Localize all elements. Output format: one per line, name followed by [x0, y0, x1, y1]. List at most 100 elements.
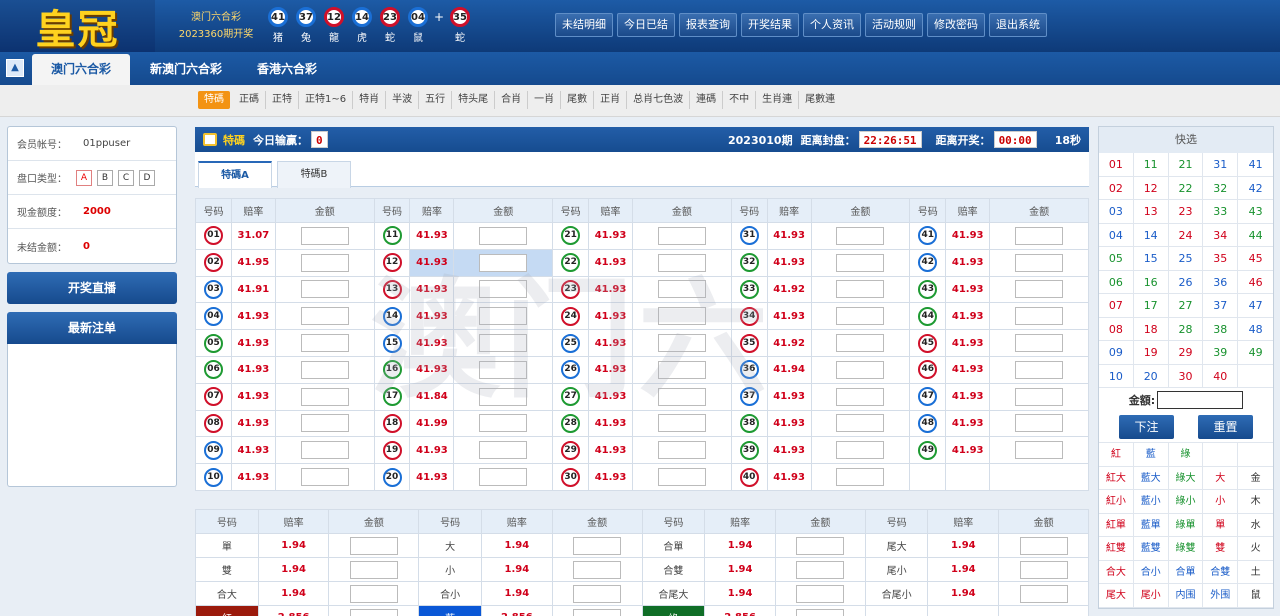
quick-category[interactable]: 合大 — [1099, 560, 1134, 584]
quick-number[interactable]: 38 — [1203, 317, 1239, 341]
number-ball[interactable]: 02 — [203, 253, 223, 273]
tab-new-macau-lottery[interactable]: 新澳门六合彩 — [140, 54, 232, 85]
bet-type-tab[interactable]: 正碼 — [233, 91, 266, 109]
bet-type-tab[interactable]: 正肖 — [594, 91, 628, 109]
quick-number[interactable]: 35 — [1203, 247, 1239, 271]
quick-number[interactable]: 20 — [1133, 364, 1169, 388]
quick-number[interactable]: 41 — [1238, 153, 1273, 177]
amount-input[interactable] — [300, 441, 349, 460]
amount-input[interactable] — [657, 468, 706, 487]
number-ball[interactable]: 35 — [739, 333, 759, 353]
quick-category[interactable]: 藍 — [1133, 443, 1169, 467]
amount-input[interactable] — [300, 360, 349, 379]
amount-input[interactable] — [657, 441, 706, 460]
amount-input[interactable] — [573, 584, 622, 603]
number-ball[interactable]: 25 — [561, 333, 581, 353]
quick-category[interactable]: 綠雙 — [1168, 537, 1204, 561]
quick-number[interactable]: 06 — [1099, 270, 1134, 294]
number-ball[interactable]: 15 — [382, 333, 402, 353]
quick-category[interactable]: 内围 — [1168, 584, 1204, 608]
amount-input[interactable] — [1015, 253, 1064, 272]
number-ball[interactable]: 11 — [382, 226, 402, 246]
amount-input[interactable] — [1015, 414, 1064, 433]
number-ball[interactable]: 47 — [918, 387, 938, 407]
bet-type-tab[interactable]: 特头尾 — [452, 91, 496, 109]
quick-number[interactable]: 21 — [1168, 153, 1204, 177]
quick-category[interactable]: 外围 — [1203, 584, 1239, 608]
number-ball[interactable]: 09 — [203, 440, 223, 460]
amount-input[interactable] — [300, 334, 349, 353]
quick-category[interactable]: 水 — [1238, 514, 1273, 537]
quick-number[interactable]: 22 — [1168, 176, 1204, 200]
top-nav-item[interactable]: 修改密码 — [927, 13, 985, 37]
amount-input[interactable] — [300, 387, 349, 406]
collapse-up-icon[interactable]: ▲ — [6, 59, 24, 77]
quick-number[interactable]: 34 — [1203, 223, 1239, 247]
amount-input[interactable] — [1019, 560, 1068, 579]
number-ball[interactable]: 34 — [739, 306, 759, 326]
attribute-label[interactable]: 合小 — [418, 581, 482, 606]
quick-number[interactable]: 37 — [1203, 294, 1239, 318]
number-ball[interactable]: 08 — [203, 413, 223, 433]
tab-hongkong-lottery[interactable]: 香港六合彩 — [244, 54, 330, 85]
amount-input[interactable] — [300, 468, 349, 487]
quick-category[interactable]: 綠小 — [1168, 490, 1204, 514]
live-draw-button[interactable]: 开奖直播 — [7, 272, 177, 304]
amount-input[interactable] — [479, 253, 528, 272]
number-ball[interactable]: 48 — [918, 413, 938, 433]
amount-input[interactable] — [836, 253, 885, 272]
amount-input[interactable] — [836, 414, 885, 433]
amount-input[interactable] — [657, 226, 706, 245]
amount-input[interactable] — [796, 536, 845, 555]
amount-input[interactable] — [479, 280, 528, 299]
number-ball[interactable]: 16 — [382, 360, 402, 380]
number-ball[interactable]: 32 — [739, 253, 759, 273]
pankou-option[interactable]: A — [76, 169, 92, 186]
quick-number[interactable]: 29 — [1168, 341, 1204, 365]
number-ball[interactable]: 05 — [203, 333, 223, 353]
quick-number[interactable]: 48 — [1238, 318, 1273, 341]
bet-type-tab[interactable]: 尾數連 — [799, 91, 841, 109]
quick-category[interactable]: 藍單 — [1133, 513, 1169, 537]
quick-number[interactable]: 07 — [1099, 294, 1134, 318]
quick-category[interactable]: 火 — [1238, 537, 1273, 561]
number-ball[interactable]: 37 — [739, 387, 759, 407]
quick-category[interactable]: 木 — [1238, 490, 1273, 514]
amount-input[interactable] — [479, 414, 528, 433]
tab-tema-a[interactable]: 特碼A — [198, 161, 272, 188]
amount-input[interactable] — [479, 307, 528, 326]
number-ball[interactable]: 42 — [918, 253, 938, 273]
number-ball[interactable]: 06 — [203, 360, 223, 380]
attribute-label[interactable]: 綠 — [641, 605, 706, 616]
quick-category[interactable]: 藍大 — [1133, 466, 1169, 490]
amount-input[interactable] — [796, 608, 845, 616]
bet-type-tab[interactable]: 合肖 — [495, 91, 529, 109]
bet-type-tab[interactable]: 五行 — [419, 91, 453, 109]
number-ball[interactable]: 04 — [203, 306, 223, 326]
amount-input[interactable] — [573, 560, 622, 579]
number-ball[interactable]: 46 — [918, 360, 938, 380]
amount-input[interactable] — [657, 414, 706, 433]
number-ball[interactable]: 40 — [739, 467, 759, 487]
quick-category[interactable]: 單 — [1203, 513, 1239, 537]
quick-category[interactable]: 土 — [1238, 561, 1273, 584]
amount-input[interactable] — [657, 334, 706, 353]
amount-input[interactable] — [836, 468, 885, 487]
amount-input[interactable] — [1019, 536, 1068, 555]
bet-type-tab[interactable]: 連碼 — [690, 91, 724, 109]
top-nav-item[interactable]: 未结明细 — [555, 13, 613, 37]
amount-input[interactable] — [657, 280, 706, 299]
top-nav-item[interactable]: 开奖结果 — [741, 13, 799, 37]
quick-category[interactable]: 合單 — [1168, 560, 1204, 584]
quick-number[interactable]: 25 — [1168, 247, 1204, 271]
amount-input[interactable] — [1015, 307, 1064, 326]
amount-input[interactable] — [1015, 334, 1064, 353]
quick-number[interactable]: 01 — [1099, 153, 1134, 177]
number-ball[interactable]: 18 — [382, 413, 402, 433]
amount-input[interactable] — [573, 608, 622, 616]
amount-input[interactable] — [836, 360, 885, 379]
amount-input[interactable] — [796, 560, 845, 579]
quick-number[interactable]: 10 — [1099, 364, 1134, 388]
quick-number[interactable]: 09 — [1099, 341, 1134, 365]
tab-tema-b[interactable]: 特碼B — [277, 161, 351, 188]
